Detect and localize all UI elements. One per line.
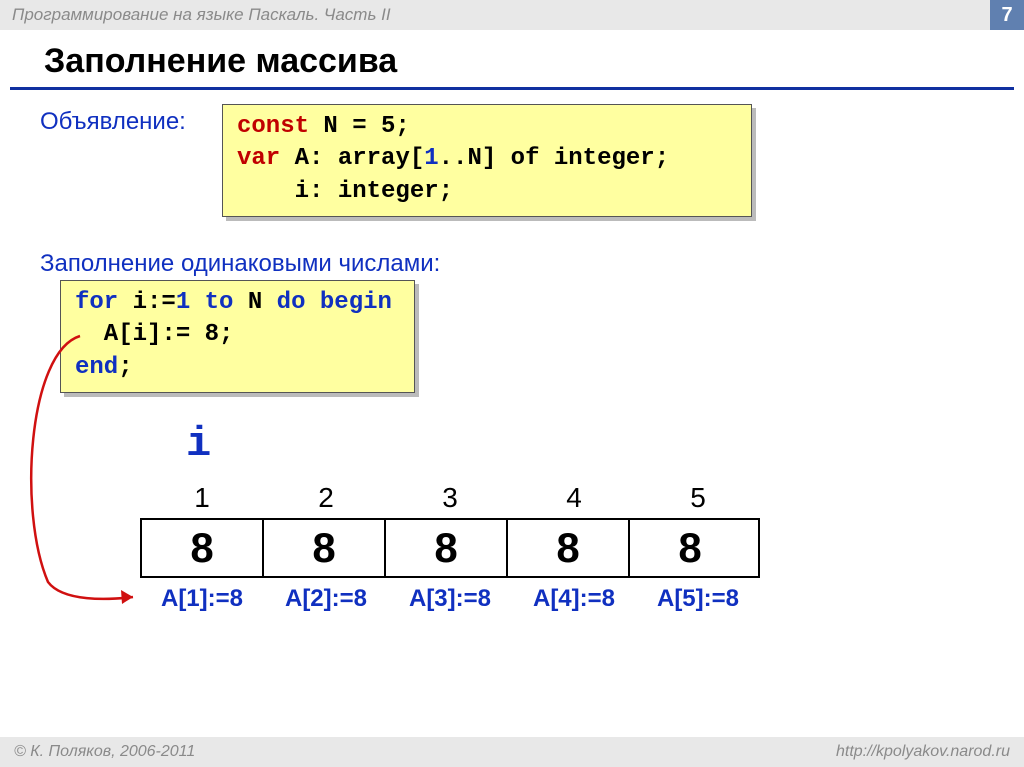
copyright: © К. Поляков, 2006-2011 (14, 743, 195, 761)
array-cell: 8 (508, 520, 630, 576)
page-number: 7 (990, 0, 1024, 30)
keyword-end: end (75, 354, 118, 381)
index-cell: 5 (636, 478, 760, 518)
code-text: i:= (118, 289, 176, 316)
keyword-to: to (205, 289, 234, 316)
array-row: 8 8 8 8 8 (140, 518, 760, 578)
code-text: A: array[ (280, 145, 424, 172)
assignments-row: A[1]:=8 A[2]:=8 A[3]:=8 A[4]:=8 A[5]:=8 (140, 585, 760, 613)
footer-bar: © К. Поляков, 2006-2011 http://kpolyakov… (0, 737, 1024, 767)
code-text: A[i]:= 8; (75, 321, 233, 348)
source-url: http://kpolyakov.narod.ru (836, 743, 1010, 761)
index-cell: 4 (512, 478, 636, 518)
fill-code: for i:=1 to N do begin A[i]:= 8; end; (60, 280, 415, 393)
i-indicator: i (186, 420, 211, 468)
keyword-do: do (277, 289, 306, 316)
code-text (305, 289, 319, 316)
assignment: A[1]:=8 (140, 585, 264, 613)
course-title: Программирование на языке Паскаль. Часть… (12, 0, 391, 30)
array-cell: 8 (386, 520, 508, 576)
index-row: 1 2 3 4 5 (140, 478, 760, 518)
assignment: A[3]:=8 (388, 585, 512, 613)
fill-label: Заполнение одинаковыми числами: (0, 240, 440, 278)
code-text (190, 289, 204, 316)
header-bar: Программирование на языке Паскаль. Часть… (0, 0, 1024, 30)
code-text: i: integer; (237, 178, 453, 205)
assignment: A[4]:=8 (512, 585, 636, 613)
index-cell: 2 (264, 478, 388, 518)
index-cell: 3 (388, 478, 512, 518)
declaration-label: Объявление: (0, 98, 186, 136)
code-text: N (233, 289, 276, 316)
code-text: N = 5; (309, 113, 410, 140)
array-cell: 8 (630, 520, 750, 576)
declaration-code: const N = 5; var A: array[1..N] of integ… (222, 104, 752, 217)
literal-one: 1 (176, 289, 190, 316)
literal-one: 1 (424, 145, 438, 172)
keyword-const: const (237, 113, 309, 140)
keyword-begin: begin (320, 289, 392, 316)
index-cell: 1 (140, 478, 264, 518)
array-cell: 8 (142, 520, 264, 576)
code-text: ; (118, 354, 132, 381)
code-text: ..N] of integer; (439, 145, 669, 172)
keyword-var: var (237, 145, 280, 172)
array-cell: 8 (264, 520, 386, 576)
keyword-for: for (75, 289, 118, 316)
assignment: A[2]:=8 (264, 585, 388, 613)
slide-title: Заполнение массива (10, 30, 1014, 90)
assignment: A[5]:=8 (636, 585, 760, 613)
